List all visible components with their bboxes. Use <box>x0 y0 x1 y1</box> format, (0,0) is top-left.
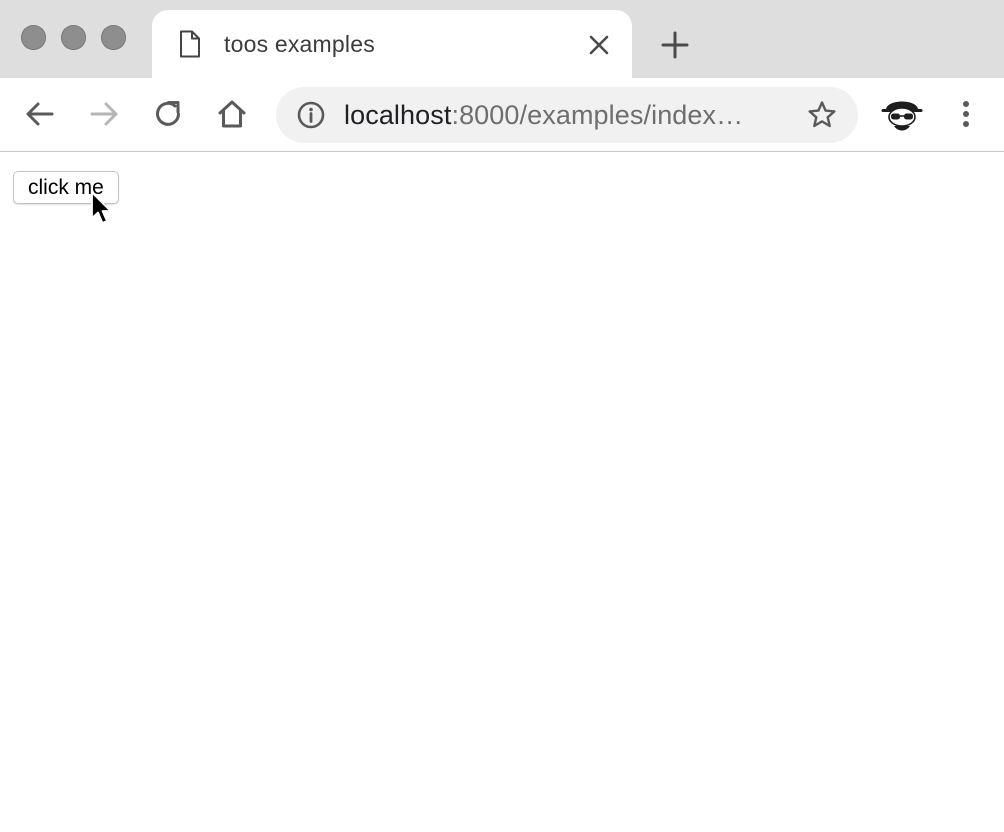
arrow-right-icon[interactable] <box>86 96 122 132</box>
url-text[interactable]: localhost:8000/examples/index… <box>344 100 743 131</box>
plus-icon[interactable] <box>660 30 690 60</box>
incognito-avatar-icon[interactable] <box>880 92 924 136</box>
star-icon[interactable] <box>806 99 838 131</box>
url-host: localhost <box>344 100 452 130</box>
vertical-dots-icon[interactable] <box>954 96 978 132</box>
minimize-window-button[interactable] <box>61 25 86 50</box>
click-me-button[interactable]: click me <box>13 171 119 204</box>
tab-title: toos examples <box>224 31 375 57</box>
address-bar[interactable]: localhost:8000/examples/index… <box>276 87 858 143</box>
reload-icon[interactable] <box>150 96 186 132</box>
home-icon[interactable] <box>214 96 250 132</box>
close-window-button[interactable] <box>21 25 46 50</box>
active-tab[interactable]: toos examples <box>152 10 632 78</box>
page-icon <box>180 30 200 58</box>
browser-toolbar: localhost:8000/examples/index… <box>0 78 1004 152</box>
tab-strip: toos examples <box>0 0 1004 78</box>
page-content: click me <box>0 152 1004 832</box>
url-path: :8000/examples/index… <box>451 100 744 130</box>
browser-window: toos examples localhost:8000/examples/in… <box>0 0 1004 832</box>
close-icon[interactable] <box>586 32 612 58</box>
arrow-left-icon[interactable] <box>22 96 58 132</box>
info-icon[interactable] <box>296 100 326 130</box>
zoom-window-button[interactable] <box>101 25 126 50</box>
